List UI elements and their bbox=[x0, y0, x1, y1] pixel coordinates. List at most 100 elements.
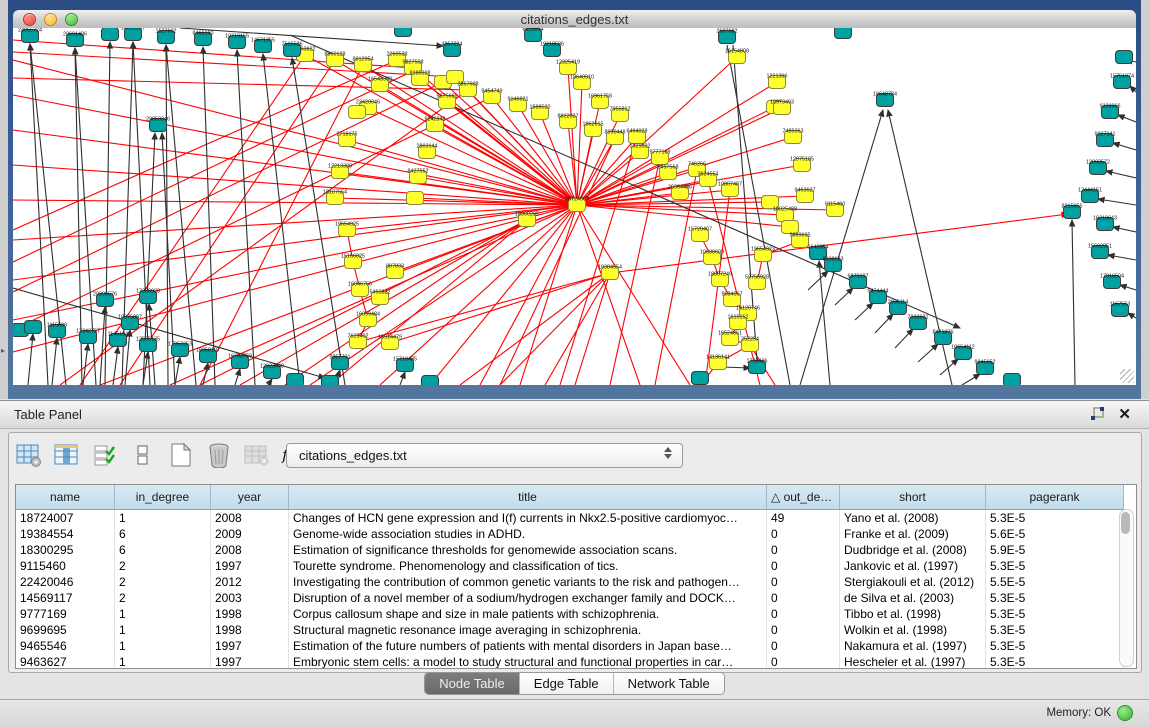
graph-node[interactable]: 8471876 bbox=[933, 330, 954, 345]
column-header-in_degree[interactable]: in_degree bbox=[115, 485, 211, 510]
table-row[interactable]: 911546021997Tourette syndrome. Phenomeno… bbox=[16, 558, 1124, 574]
graph-node[interactable]: 15692951 bbox=[1088, 244, 1112, 259]
graph-node[interactable]: 17016504 bbox=[1100, 274, 1124, 289]
graph-node[interactable]: 7515526 bbox=[282, 42, 303, 57]
graph-node-selected[interactable]: 20364486 bbox=[668, 185, 692, 200]
table-header-row[interactable]: namein_degreeyeartitle△ out_de…shortpage… bbox=[16, 485, 1124, 510]
graph-node-selected[interactable]: 19654925 bbox=[335, 222, 359, 237]
graph-node-selected[interactable]: 10688609 bbox=[700, 250, 724, 265]
graph-node-selected[interactable]: 8822037 bbox=[558, 114, 579, 129]
graph-node-selected[interactable]: 10025488 bbox=[773, 207, 797, 222]
graph-node-selected[interactable]: 5875685 bbox=[437, 94, 458, 109]
graph-node[interactable] bbox=[287, 374, 304, 386]
graph-node[interactable]: 12093572 bbox=[1086, 160, 1110, 175]
graph-node-selected[interactable]: 3624554 bbox=[698, 172, 719, 187]
graph-node-selected[interactable]: 14136141 bbox=[706, 355, 730, 370]
table-row[interactable]: 1830029562008Estimation of significance … bbox=[16, 542, 1124, 558]
table-row[interactable]: 2242004622012Investigating the contribut… bbox=[16, 574, 1124, 590]
graph-node[interactable] bbox=[692, 372, 709, 385]
graph-node[interactable]: 1167553 bbox=[1110, 302, 1131, 317]
graph-node-selected[interactable]: 15166825 bbox=[341, 254, 365, 269]
graph-node[interactable]: 4857224 bbox=[442, 42, 463, 57]
table-row[interactable]: 977716911998Corpus callosum shape and si… bbox=[16, 606, 1124, 622]
graph-node[interactable]: 6879197 bbox=[848, 274, 869, 289]
graph-node[interactable]: 12505135 bbox=[136, 337, 160, 352]
graph-canvas[interactable]: 1872400776638228960128891295422605389827… bbox=[13, 28, 1136, 385]
graph-node-selected[interactable]: 16914479 bbox=[378, 335, 402, 350]
graph-node-selected[interactable]: 8960128 bbox=[325, 52, 346, 67]
graph-node-selected[interactable]: 2718176 bbox=[337, 132, 358, 147]
row-height-icon[interactable] bbox=[129, 441, 157, 469]
graph-node[interactable]: 10654112 bbox=[951, 345, 975, 360]
graph-node[interactable] bbox=[25, 321, 42, 334]
graph-node[interactable]: 8813054 bbox=[523, 28, 544, 42]
close-panel-icon[interactable]: ✕ bbox=[1118, 405, 1131, 423]
graph-node-selected[interactable]: 16524851 bbox=[718, 331, 742, 346]
graph-node-selected[interactable]: 1615152 bbox=[728, 315, 749, 330]
graph-node-selected[interactable]: 252254 bbox=[741, 337, 759, 352]
graph-node-selected[interactable]: 18107554 bbox=[323, 190, 347, 205]
table-vertical-scrollbar[interactable] bbox=[1119, 509, 1134, 667]
graph-node-selected[interactable]: 2867608 bbox=[458, 82, 479, 97]
graph-node-selected[interactable]: 59756928 bbox=[745, 275, 769, 290]
node-table[interactable]: namein_degreeyeartitle△ out_de…shortpage… bbox=[15, 484, 1137, 669]
graph-node-selected[interactable] bbox=[407, 192, 424, 205]
memory-status-led[interactable] bbox=[1117, 705, 1133, 721]
graph-node-selected[interactable]: 2803144 bbox=[417, 144, 438, 159]
graph-node-selected[interactable]: 19384554 bbox=[598, 265, 622, 280]
graph-node[interactable]: 19218586 bbox=[540, 42, 564, 57]
graph-node[interactable]: 1733426 bbox=[747, 359, 768, 374]
graph-node[interactable] bbox=[1004, 374, 1021, 386]
graph-node[interactable]: 16958107 bbox=[196, 348, 220, 363]
table-settings-icon[interactable] bbox=[15, 441, 43, 469]
table-row[interactable]: 1456911722003Disruption of a novel membe… bbox=[16, 590, 1124, 606]
graph-node-selected[interactable]: 10807487 bbox=[718, 182, 742, 197]
delete-trash-icon[interactable] bbox=[205, 441, 233, 469]
network-window-titlebar[interactable]: citations_edges.txt bbox=[13, 10, 1136, 29]
graph-node-selected[interactable]: 1621022 bbox=[630, 144, 651, 159]
graph-node-selected[interactable]: 8427552 bbox=[408, 169, 429, 184]
graph-node[interactable]: 24055724 bbox=[18, 28, 42, 43]
column-header-year[interactable]: year bbox=[211, 485, 289, 510]
graph-node[interactable]: 2935114 bbox=[888, 300, 909, 315]
graph-node-selected[interactable]: 7625402 bbox=[348, 334, 369, 349]
graph-node[interactable]: 12342757 bbox=[76, 329, 100, 344]
table-row[interactable]: 969969511998Structural magnetic resonanc… bbox=[16, 622, 1124, 638]
graph-node[interactable]: 1527602 bbox=[156, 29, 177, 44]
graph-node[interactable]: 10655257 bbox=[121, 28, 145, 41]
table-row[interactable]: 1872400712008Changes of HCN gene express… bbox=[16, 510, 1124, 527]
graph-node-selected[interactable]: 9242848 bbox=[425, 117, 446, 132]
graph-node[interactable]: 9245652 bbox=[975, 360, 996, 375]
graph-node-selected[interactable]: 8990448 bbox=[605, 130, 626, 145]
graph-node-selected[interactable]: 6497568 bbox=[658, 165, 679, 180]
graph-node[interactable]: 16053809 bbox=[391, 28, 415, 37]
graph-node-selected[interactable]: 10973493 bbox=[770, 100, 794, 115]
graph-node[interactable] bbox=[835, 28, 852, 39]
collapse-arrow-icon[interactable]: ▸ bbox=[1, 346, 5, 355]
graph-node-selected[interactable]: 1221396 bbox=[767, 74, 788, 89]
graph-node-selected[interactable]: 9115460 bbox=[825, 202, 846, 217]
graph-node-selected[interactable]: 6494028 bbox=[627, 129, 648, 144]
graph-node-selected[interactable]: 7955812 bbox=[610, 107, 631, 122]
graph-node[interactable]: 9329966 bbox=[1100, 104, 1121, 119]
graph-node[interactable]: 1145194 bbox=[108, 332, 129, 347]
graph-node[interactable]: 17957253 bbox=[168, 342, 192, 357]
graph-node[interactable]: 16782759 bbox=[228, 354, 252, 369]
graph-node-selected[interactable]: 9463627 bbox=[795, 188, 816, 203]
float-panel-icon[interactable] bbox=[1090, 407, 1105, 422]
table-row[interactable]: 1938455462009Genome-wide association stu… bbox=[16, 526, 1124, 542]
scrollbar-thumb[interactable] bbox=[1121, 512, 1130, 534]
column-header-pagerank[interactable]: pagerank bbox=[986, 485, 1124, 510]
graph-node-selected[interactable]: 9146821 bbox=[508, 97, 529, 112]
graph-node[interactable]: 1115689 bbox=[47, 323, 67, 338]
graph-node-selected[interactable]: 16961758 bbox=[588, 94, 612, 109]
graph-node-selected[interactable]: 1862615 bbox=[583, 122, 604, 137]
column-header-name[interactable]: name bbox=[16, 485, 115, 510]
graph-node-selected[interactable]: 12325419 bbox=[556, 60, 580, 75]
table-row[interactable]: 946362711997Embryonic stem cells: a mode… bbox=[16, 654, 1124, 669]
graph-node[interactable] bbox=[322, 376, 339, 386]
graph-node[interactable]: 9474444 bbox=[868, 289, 889, 304]
graph-node-selected[interactable]: 18640910 bbox=[570, 75, 594, 90]
graph-node[interactable]: 7932621 bbox=[908, 315, 929, 330]
graph-node-selected[interactable]: 15720407 bbox=[688, 227, 712, 242]
